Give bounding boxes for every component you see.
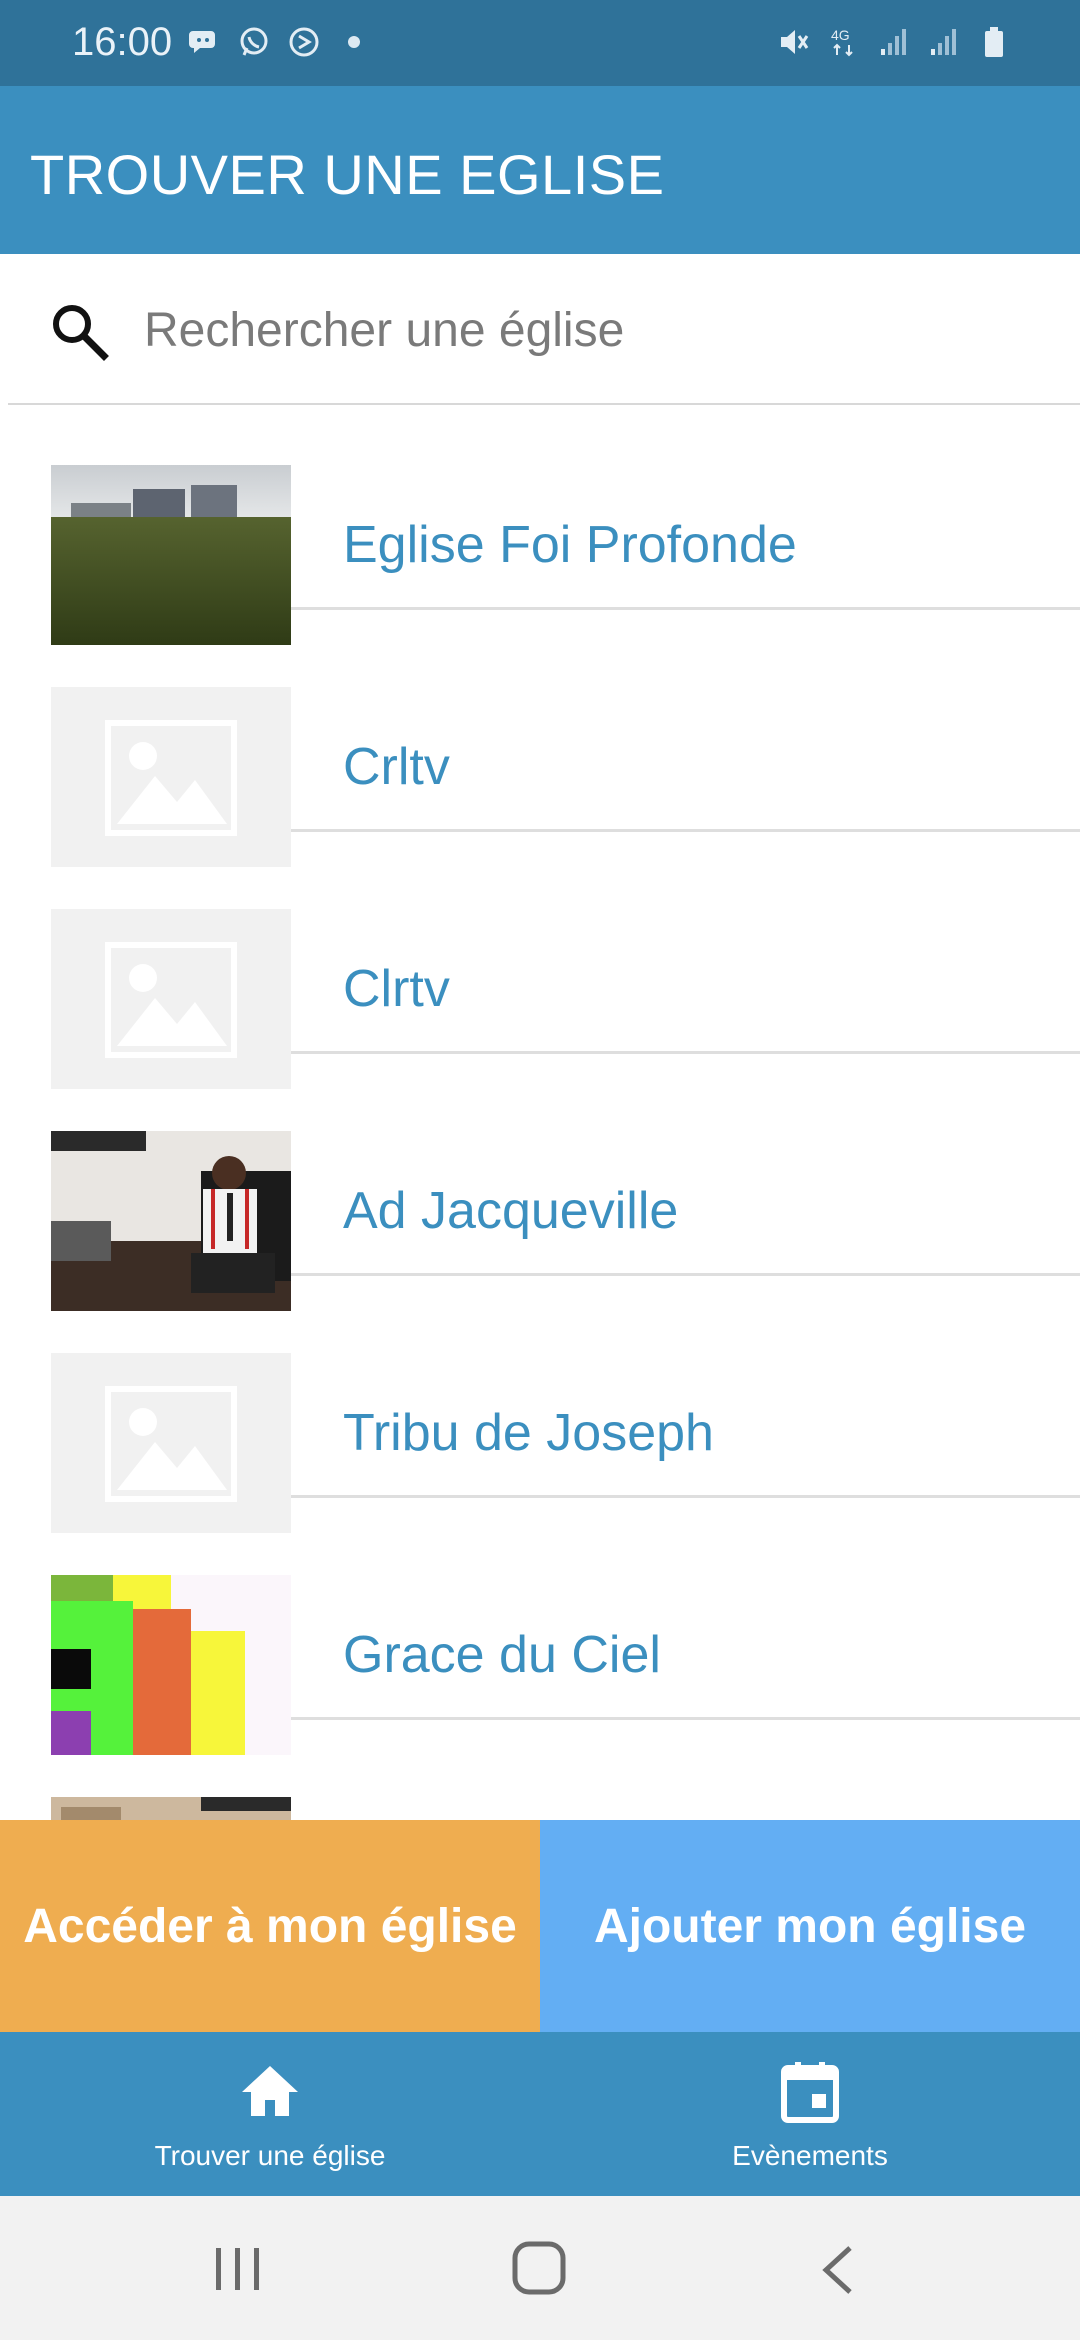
signal-icon bbox=[926, 24, 962, 60]
nav-label: Trouver une église bbox=[154, 2140, 386, 2171]
church-thumbnail-photo bbox=[51, 1797, 291, 1820]
row-divider bbox=[291, 1495, 1080, 1498]
list-item[interactable]: Clrtv bbox=[0, 849, 1080, 1089]
home-icon bbox=[238, 2060, 302, 2124]
signal-icon bbox=[876, 24, 912, 60]
church-thumbnail-photo bbox=[51, 465, 291, 645]
mute-icon bbox=[776, 24, 812, 60]
church-name[interactable]: Clrtv bbox=[343, 959, 450, 1019]
nav-find-church[interactable]: Trouver une église bbox=[0, 2032, 540, 2196]
church-name[interactable]: Tribu de Joseph bbox=[343, 1403, 714, 1463]
list-item[interactable] bbox=[0, 1737, 1080, 1820]
battery-icon bbox=[976, 24, 1012, 60]
home-button-icon[interactable] bbox=[511, 2240, 567, 2301]
access-my-church-button[interactable]: Accéder à mon église bbox=[0, 1820, 540, 2032]
system-navigation-bar bbox=[0, 2196, 1080, 2340]
add-my-church-button[interactable]: Ajouter mon église bbox=[540, 1820, 1080, 2032]
church-thumbnail-logo bbox=[51, 1575, 291, 1755]
list-item[interactable]: Ad Jacqueville bbox=[0, 1071, 1080, 1311]
list-item[interactable]: Crltv bbox=[0, 627, 1080, 867]
image-placeholder-icon bbox=[51, 909, 291, 1089]
nav-events[interactable]: Evènements bbox=[540, 2032, 1080, 2196]
svg-text:4G: 4G bbox=[831, 27, 850, 43]
search-input[interactable] bbox=[144, 296, 1024, 364]
row-divider bbox=[291, 1273, 1080, 1276]
image-placeholder-icon bbox=[51, 687, 291, 867]
app-icon bbox=[286, 24, 322, 60]
church-name[interactable]: Crltv bbox=[343, 737, 450, 797]
notification-icons bbox=[186, 24, 360, 60]
whatsapp-icon bbox=[236, 24, 272, 60]
row-divider bbox=[291, 607, 1080, 610]
app-screen: 16:00 4G TROUVER UNE EGLISE Rechercher u… bbox=[0, 0, 1080, 2340]
church-list[interactable]: Eglise Foi Profonde Crltv Clrtv Ad Jacqu… bbox=[0, 405, 1080, 1820]
row-divider bbox=[291, 1051, 1080, 1054]
page-title: TROUVER UNE EGLISE bbox=[30, 143, 665, 206]
bottom-navigation: Trouver une église Evènements bbox=[0, 2032, 1080, 2196]
list-item[interactable]: Eglise Foi Profonde bbox=[0, 405, 1080, 645]
app-bar: TROUVER UNE EGLISE bbox=[0, 86, 1080, 254]
church-name[interactable]: Grace du Ciel bbox=[343, 1625, 661, 1685]
system-status-icons: 4G bbox=[776, 24, 1012, 60]
church-name[interactable]: Ad Jacqueville bbox=[343, 1181, 678, 1241]
action-buttons: Accéder à mon église Ajouter mon église bbox=[0, 1820, 1080, 2032]
status-bar: 16:00 4G bbox=[0, 0, 1080, 86]
back-icon[interactable] bbox=[818, 2244, 858, 2301]
row-divider bbox=[291, 829, 1080, 832]
messenger-icon bbox=[186, 24, 222, 60]
4g-icon: 4G bbox=[826, 24, 862, 60]
church-name[interactable]: Eglise Foi Profonde bbox=[343, 515, 797, 575]
list-item[interactable]: Tribu de Joseph bbox=[0, 1293, 1080, 1533]
status-time: 16:00 bbox=[72, 20, 173, 64]
list-item[interactable]: Grace du Ciel bbox=[0, 1515, 1080, 1755]
recent-apps-icon[interactable] bbox=[214, 2246, 262, 2297]
dot-icon bbox=[348, 36, 360, 48]
church-thumbnail-photo bbox=[51, 1131, 291, 1311]
image-placeholder-icon bbox=[51, 1353, 291, 1533]
row-divider bbox=[291, 1717, 1080, 1720]
calendar-icon bbox=[778, 2060, 842, 2124]
nav-label: Evènements bbox=[732, 2140, 888, 2171]
search-icon[interactable] bbox=[48, 300, 110, 362]
